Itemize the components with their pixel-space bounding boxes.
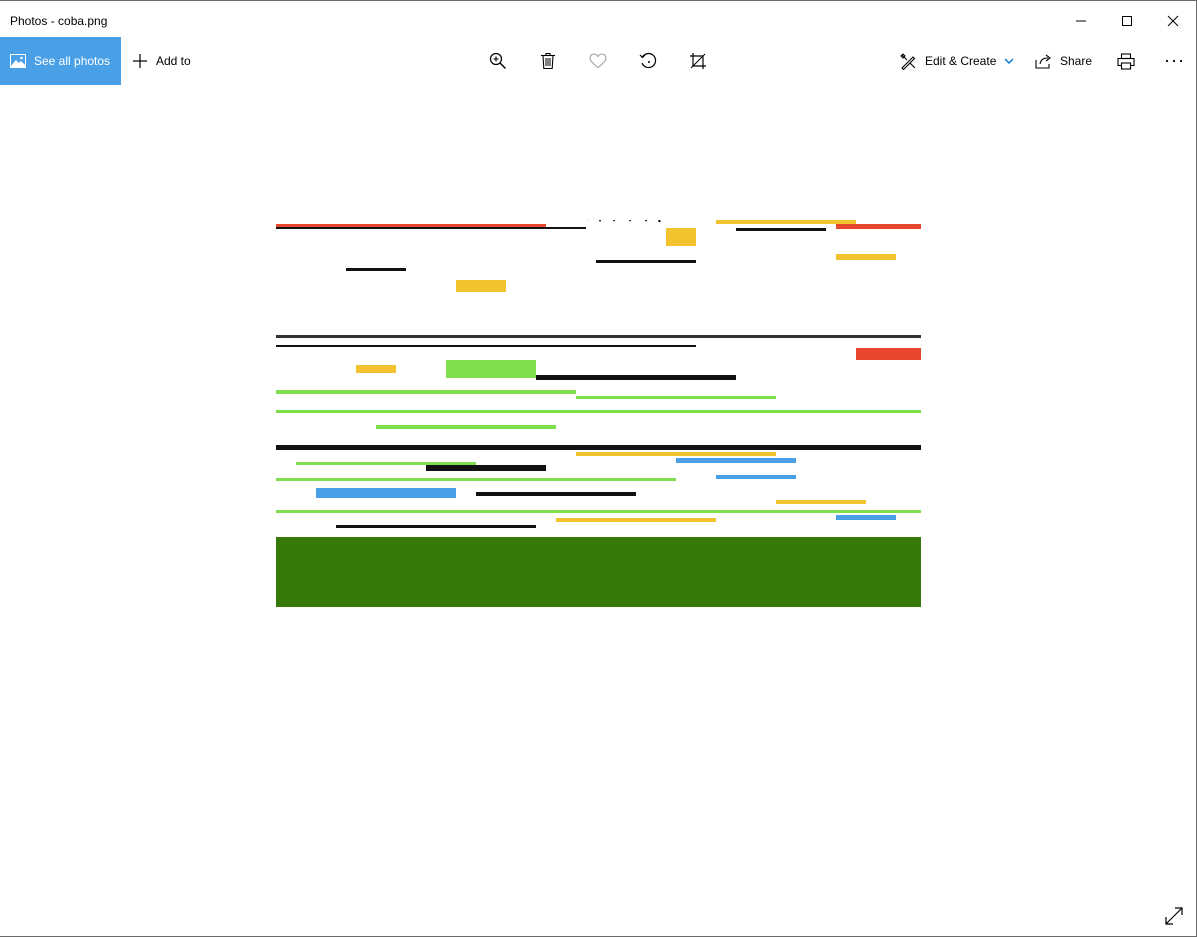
crop-icon xyxy=(690,53,706,69)
expand-button[interactable] xyxy=(1162,904,1186,928)
minimize-icon xyxy=(1076,20,1086,22)
share-icon xyxy=(1035,54,1052,69)
more-button[interactable] xyxy=(1154,37,1194,85)
close-button[interactable] xyxy=(1150,5,1196,37)
photo-viewer xyxy=(0,85,1196,936)
see-all-photos-label: See all photos xyxy=(34,54,111,68)
share-button[interactable]: Share xyxy=(1035,37,1092,85)
minimize-button[interactable] xyxy=(1058,5,1104,37)
rotate-button[interactable] xyxy=(628,37,668,85)
plus-icon xyxy=(132,53,148,69)
displayed-photo[interactable] xyxy=(276,220,921,607)
zoom-in-icon xyxy=(489,52,506,69)
more-icon xyxy=(1165,59,1183,63)
photos-app-window: Photos - coba.png See all photos Add to … xyxy=(0,0,1197,937)
share-label: Share xyxy=(1060,54,1093,68)
title-bar: Photos - coba.png xyxy=(0,5,1196,37)
add-to-label: Add to xyxy=(156,54,191,68)
expand-icon xyxy=(1165,907,1183,925)
crop-button[interactable] xyxy=(678,37,718,85)
chevron-down-icon[interactable] xyxy=(1004,58,1014,64)
print-icon xyxy=(1117,52,1135,70)
add-to-button[interactable]: Add to xyxy=(132,37,191,85)
rotate-icon xyxy=(639,52,657,69)
maximize-button[interactable] xyxy=(1104,5,1150,37)
edit-create-button[interactable]: Edit & Create xyxy=(900,37,1014,85)
trash-icon xyxy=(541,52,555,70)
see-all-photos-button[interactable]: See all photos xyxy=(0,37,121,85)
zoom-button[interactable] xyxy=(478,37,518,85)
delete-button[interactable] xyxy=(528,37,568,85)
maximize-icon xyxy=(1122,16,1132,26)
heart-icon xyxy=(589,53,607,69)
favorite-button[interactable] xyxy=(578,37,618,85)
photo-image xyxy=(276,220,921,607)
print-button[interactable] xyxy=(1106,37,1146,85)
edit-create-icon xyxy=(900,52,917,70)
edit-create-label: Edit & Create xyxy=(925,54,997,68)
command-bar: See all photos Add to Edit & Create Shar… xyxy=(0,37,1196,85)
close-icon xyxy=(1167,15,1179,27)
image-icon xyxy=(10,54,26,68)
window-title: Photos - coba.png xyxy=(10,14,108,28)
